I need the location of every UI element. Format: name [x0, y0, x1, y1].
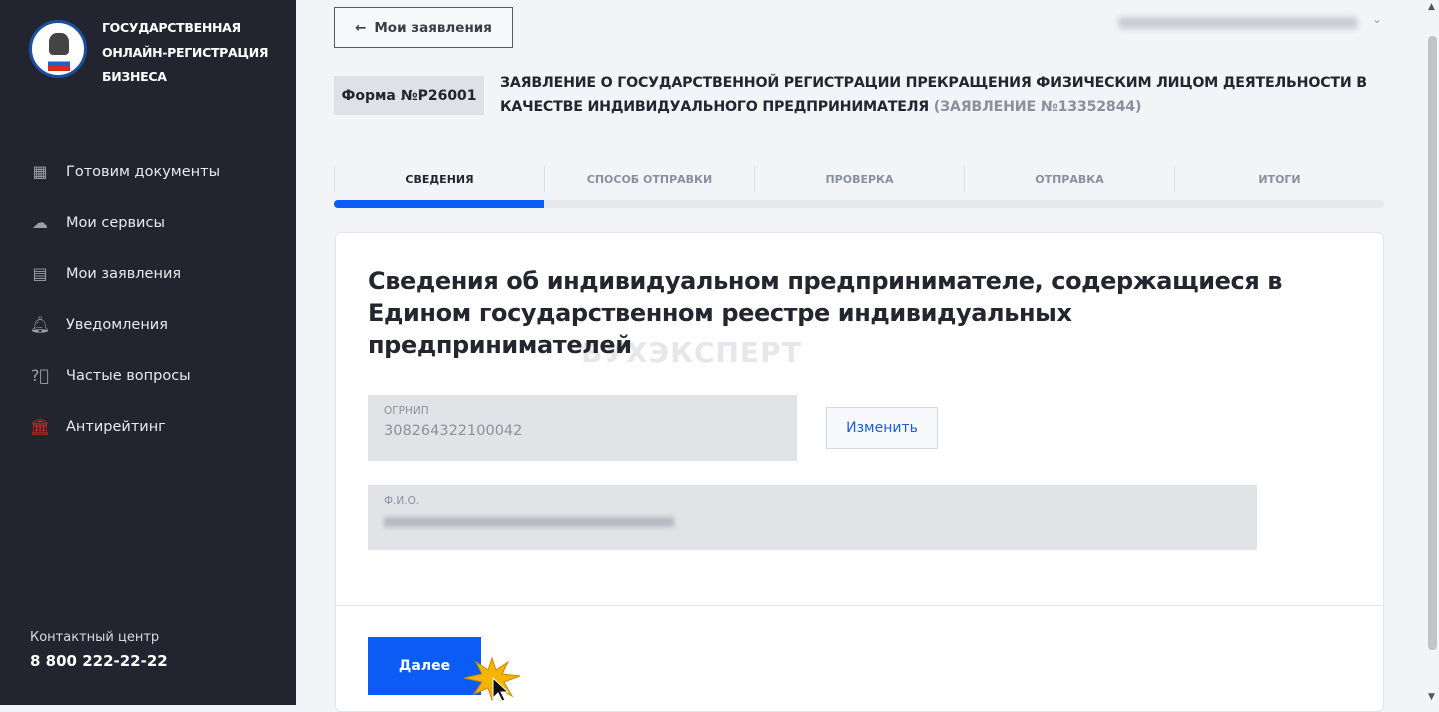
sidebar-item-documents[interactable]: ▦ Готовим документы — [30, 146, 220, 197]
step-results[interactable]: ИТОГИ — [1174, 166, 1384, 192]
sidebar: ГОСУДАРСТВЕННАЯ ОНЛАЙН-РЕГИСТРАЦИЯ БИЗНЕ… — [0, 0, 296, 705]
ogrnip-value: 308264322100042 — [384, 423, 523, 439]
click-cursor-icon — [463, 656, 521, 701]
user-name-blurred[interactable] — [1118, 17, 1358, 29]
scrollbar-thumb[interactable] — [1428, 36, 1437, 650]
sidebar-item-label: Мои сервисы — [66, 214, 165, 231]
step-check[interactable]: ПРОВЕРКА — [754, 166, 964, 192]
progress-fill — [334, 200, 544, 208]
step-details[interactable]: СВЕДЕНИЯ — [334, 166, 544, 192]
divider — [336, 605, 1383, 606]
scrollbar[interactable]: ▲ ▼ — [1426, 0, 1439, 705]
brand-line: ГОСУДАРСТВЕННАЯ — [102, 20, 241, 35]
brand-line: БИЗНЕСА — [102, 69, 167, 84]
fio-field[interactable]: Ф.И.О. — [368, 485, 1257, 550]
application-number: (ЗАЯВЛЕНИЕ №13352844) — [933, 99, 1142, 115]
sidebar-item-label: Антирейтинг — [66, 418, 166, 435]
sidebar-item-label: Частые вопросы — [66, 367, 191, 384]
contact-label: Контактный центр — [30, 630, 160, 645]
bell-icon: 🔔︎ — [29, 315, 51, 334]
progress-bar — [334, 200, 1384, 208]
step-delivery-method[interactable]: СПОСОБ ОТПРАВКИ — [544, 166, 754, 192]
brand-title: ГОСУДАРСТВЕННАЯ ОНЛАЙН-РЕГИСТРАЦИЯ БИЗНЕ… — [102, 16, 269, 90]
scroll-up-icon[interactable]: ▲ — [1428, 2, 1435, 12]
fio-label: Ф.И.О. — [384, 495, 420, 507]
change-button[interactable]: Изменить — [826, 407, 938, 449]
back-label: Мои заявления — [374, 19, 492, 36]
card-title: Сведения об индивидуальном предпринимате… — [368, 267, 1283, 359]
sidebar-item-faq[interactable]: ?⃝ Частые вопросы — [30, 350, 220, 401]
chevron-down-icon[interactable]: ⌄ — [1372, 12, 1382, 26]
stepper: СВЕДЕНИЯ СПОСОБ ОТПРАВКИ ПРОВЕРКА ОТПРАВ… — [334, 166, 1384, 192]
grid-icon: ▦ — [32, 162, 48, 181]
details-card: БУХЭКСПЕРТ Сведения об индивидуальном пр… — [335, 232, 1384, 712]
sidebar-item-services[interactable]: ☁ Мои сервисы — [30, 197, 220, 248]
notebook-icon: ▤ — [32, 264, 48, 283]
ogrnip-field[interactable]: ОГРНИП 308264322100042 — [368, 395, 797, 461]
brand-line: ОНЛАЙН-РЕГИСТРАЦИЯ — [102, 44, 269, 60]
sidebar-item-notifications[interactable]: 🔔︎ Уведомления — [30, 299, 220, 350]
sidebar-nav: ▦ Готовим документы ☁ Мои сервисы ▤ Мои зая… — [30, 146, 220, 452]
sidebar-item-label: Мои заявления — [66, 265, 182, 282]
bank-icon: 🏛︎ — [29, 417, 51, 436]
form-title: ЗАЯВЛЕНИЕ О ГОСУДАРСТВЕННОЙ РЕГИСТРАЦИИ … — [500, 71, 1390, 119]
arrow-left-icon: ← — [355, 19, 367, 36]
sidebar-item-antirating[interactable]: 🏛︎ Антирейтинг — [30, 401, 220, 452]
ogrnip-label: ОГРНИП — [384, 405, 429, 417]
form-tag: Форма №Р26001 — [334, 76, 484, 115]
fns-logo[interactable] — [29, 20, 87, 78]
step-send[interactable]: ОТПРАВКА — [964, 166, 1174, 192]
fio-value-blurred — [384, 517, 674, 527]
sidebar-item-applications[interactable]: ▤ Мои заявления — [30, 248, 220, 299]
contact-phone[interactable]: 8 800 222-22-22 — [30, 652, 168, 670]
scroll-down-icon[interactable]: ▼ — [1428, 692, 1435, 702]
sidebar-item-label: Готовим документы — [66, 163, 221, 180]
sidebar-item-label: Уведомления — [66, 316, 168, 333]
cloud-icon: ☁ — [32, 213, 48, 232]
back-button[interactable]: ← Мои заявления — [334, 7, 513, 48]
contact-center: Контактный центр 8 800 222-22-22 — [30, 630, 168, 670]
question-icon: ?⃝ — [30, 366, 50, 385]
